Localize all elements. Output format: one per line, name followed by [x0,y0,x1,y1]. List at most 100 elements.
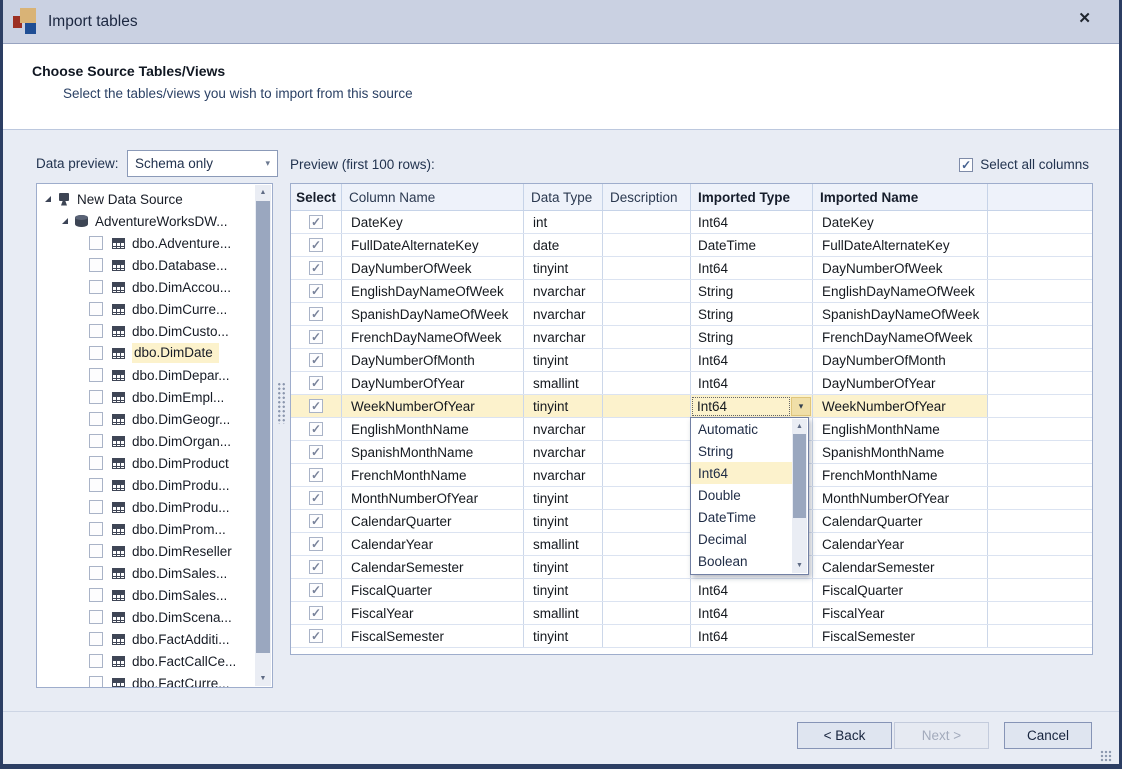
expander-icon[interactable] [62,218,68,224]
chevron-down-icon[interactable]: ▾ [265,158,270,169]
tree-item-table[interactable]: ✓dbo.DimDate [37,342,272,364]
table-checkbox[interactable]: ✓ [89,346,103,360]
close-icon[interactable]: ✕ [1078,11,1091,26]
empty-cell [988,533,1092,555]
tree-item-table[interactable]: ✓dbo.Adventure... [37,232,272,254]
tree-item-table[interactable]: ✓dbo.DimDepar... [37,364,272,386]
row-checkbox[interactable]: ✓ [309,261,323,275]
row-checkbox[interactable]: ✓ [309,606,323,620]
scroll-down-icon[interactable]: ▼ [792,558,807,573]
table-checkbox[interactable]: ✓ [89,456,103,470]
column-name-cell: SpanishMonthName [342,441,524,463]
resize-grip[interactable] [1100,750,1112,762]
tree-item-database[interactable]: AdventureWorksDW... [37,210,272,232]
table-checkbox[interactable]: ✓ [89,302,103,316]
tree-item-table[interactable]: ✓dbo.Database... [37,254,272,276]
dropdown-option[interactable]: Decimal [691,528,792,550]
table-checkbox[interactable]: ✓ [89,236,103,250]
row-checkbox[interactable]: ✓ [309,376,323,390]
dropdown-option[interactable]: DateTime [691,506,792,528]
tree-scrollbar-thumb[interactable] [256,201,270,653]
imported-name-cell: MonthNumberOfYear [813,487,988,509]
table-checkbox[interactable]: ✓ [89,566,103,580]
back-button[interactable]: < Back [797,722,892,749]
tree-item-table[interactable]: ✓dbo.DimCusto... [37,320,272,342]
table-checkbox[interactable]: ✓ [89,610,103,624]
row-checkbox[interactable]: ✓ [309,583,323,597]
row-checkbox[interactable]: ✓ [309,445,323,459]
tree-item-table[interactable]: ✓dbo.FactCallCe... [37,650,272,672]
table-checkbox[interactable]: ✓ [89,654,103,668]
tree-scrollbar[interactable]: ▲ ▼ [255,185,271,686]
row-checkbox[interactable]: ✓ [309,468,323,482]
table-checkbox[interactable]: ✓ [89,500,103,514]
select-all-columns-checkbox[interactable]: ✓ Select all columns [959,157,1089,172]
table-checkbox[interactable]: ✓ [89,522,103,536]
description-cell [603,625,691,647]
row-checkbox[interactable]: ✓ [309,399,323,413]
row-checkbox[interactable]: ✓ [309,307,323,321]
table-checkbox[interactable]: ✓ [89,280,103,294]
row-checkbox[interactable]: ✓ [309,514,323,528]
tree-item-table[interactable]: ✓dbo.DimProdu... [37,496,272,518]
tree-item-table[interactable]: ✓dbo.DimEmpl... [37,386,272,408]
table-checkbox[interactable]: ✓ [89,390,103,404]
tree-item-table[interactable]: ✓dbo.DimOrgan... [37,430,272,452]
table-checkbox[interactable]: ✓ [89,588,103,602]
tree-item-table[interactable]: ✓dbo.DimProduct [37,452,272,474]
row-checkbox[interactable]: ✓ [309,537,323,551]
row-checkbox[interactable]: ✓ [309,560,323,574]
scroll-up-icon[interactable]: ▲ [255,185,271,200]
row-checkbox[interactable]: ✓ [309,422,323,436]
tree-item-table[interactable]: ✓dbo.DimProm... [37,518,272,540]
tree-item-table[interactable]: ✓dbo.DimReseller [37,540,272,562]
dropdown-scrollbar-thumb[interactable] [793,434,806,518]
row-checkbox[interactable]: ✓ [309,215,323,229]
table-checkbox[interactable]: ✓ [89,324,103,338]
data-preview-combobox[interactable]: Schema only ▾ [127,150,278,177]
table-checkbox[interactable]: ✓ [89,368,103,382]
table-checkbox[interactable]: ✓ [89,676,103,687]
table-row: ✓DayNumberOfMonthtinyintInt64DayNumberOf… [291,349,1092,372]
row-checkbox[interactable]: ✓ [309,238,323,252]
description-cell [603,326,691,348]
cancel-button[interactable]: Cancel [1004,722,1092,749]
table-checkbox[interactable]: ✓ [89,258,103,272]
row-checkbox[interactable]: ✓ [309,353,323,367]
tree-item-table[interactable]: ✓dbo.DimScena... [37,606,272,628]
dropdown-option[interactable]: Double [691,484,792,506]
imported-type-combobox[interactable]: Int64▾ [691,395,813,417]
dropdown-scrollbar[interactable]: ▲ ▼ [792,419,807,573]
tree-item-label: AdventureWorksDW... [95,214,228,229]
scroll-up-icon[interactable]: ▲ [792,419,807,434]
tree-item-table[interactable]: ✓dbo.DimAccou... [37,276,272,298]
tree-item-table[interactable]: ✓dbo.DimSales... [37,562,272,584]
table-checkbox[interactable]: ✓ [89,478,103,492]
splitter-handle[interactable] [277,382,286,424]
combo-dropdown-button[interactable]: ▾ [791,397,811,416]
row-checkbox[interactable]: ✓ [309,629,323,643]
tree-item-table[interactable]: ✓dbo.FactCurre... [37,672,272,687]
tree-item-table[interactable]: ✓dbo.FactAdditi... [37,628,272,650]
table-checkbox[interactable]: ✓ [89,434,103,448]
dropdown-option[interactable]: Automatic [691,418,792,440]
tree-item-data-source[interactable]: New Data Source [37,188,272,210]
tree-item-table[interactable]: ✓dbo.DimProdu... [37,474,272,496]
row-checkbox[interactable]: ✓ [309,491,323,505]
scroll-down-icon[interactable]: ▼ [255,671,271,686]
tree-item-table[interactable]: ✓dbo.DimCurre... [37,298,272,320]
dropdown-option[interactable]: Boolean [691,550,792,572]
description-cell [603,257,691,279]
dropdown-option[interactable]: Int64 [691,462,792,484]
table-checkbox[interactable]: ✓ [89,544,103,558]
expander-icon[interactable] [45,196,51,202]
table-checkbox[interactable]: ✓ [89,412,103,426]
row-checkbox[interactable]: ✓ [309,284,323,298]
dropdown-option[interactable]: String [691,440,792,462]
tree-item-table[interactable]: ✓dbo.DimSales... [37,584,272,606]
table-icon [112,326,125,337]
table-icon [112,392,125,403]
row-checkbox[interactable]: ✓ [309,330,323,344]
table-checkbox[interactable]: ✓ [89,632,103,646]
tree-item-table[interactable]: ✓dbo.DimGeogr... [37,408,272,430]
